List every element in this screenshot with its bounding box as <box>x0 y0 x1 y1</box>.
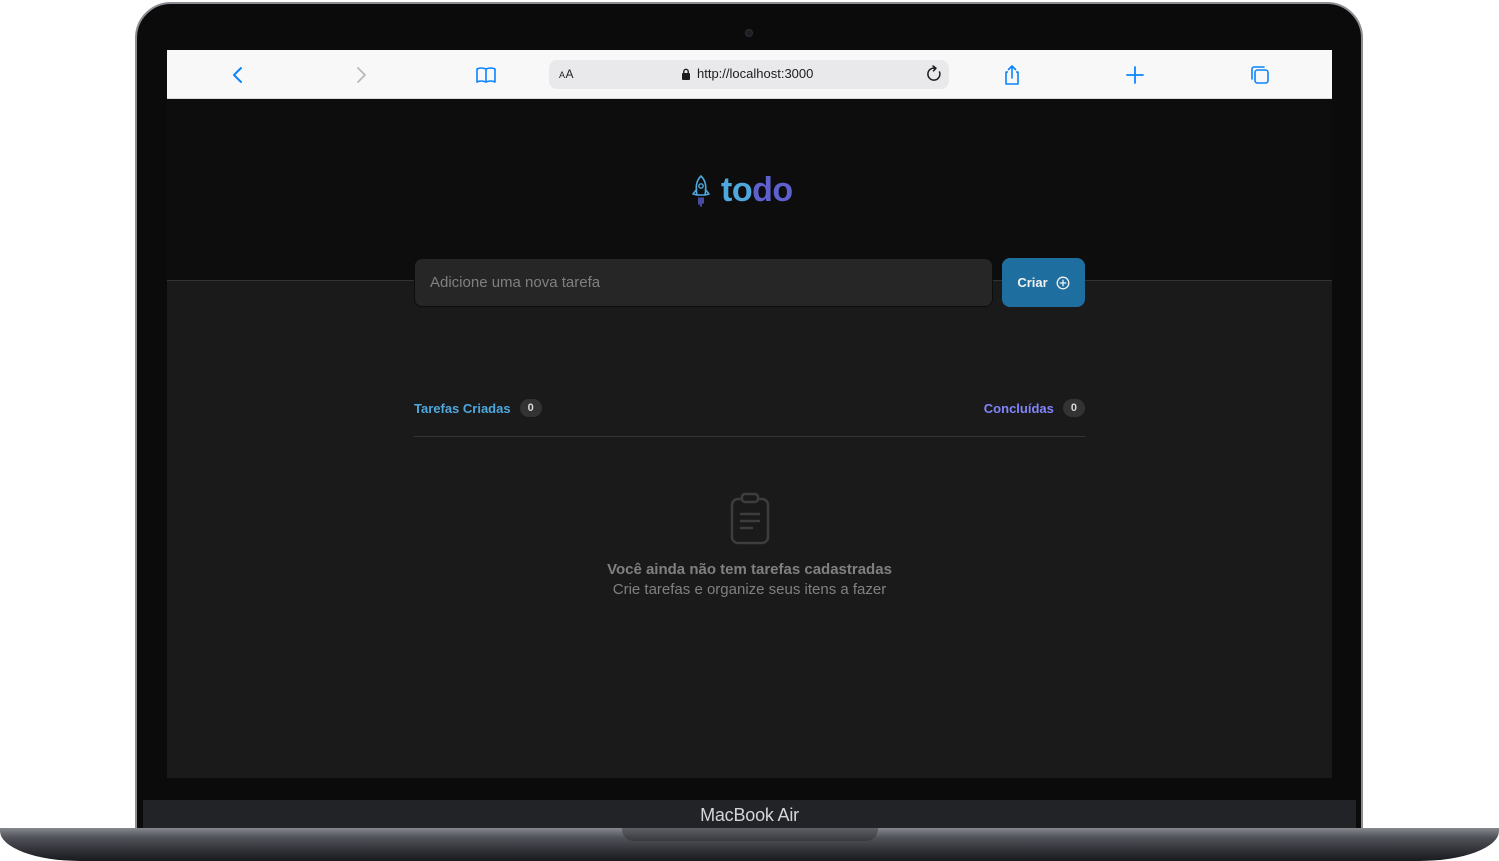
laptop-notch <box>622 828 878 841</box>
create-button[interactable]: Criar <box>1002 258 1085 307</box>
rocket-icon <box>692 174 710 207</box>
done-count-badge: 0 <box>1062 399 1085 417</box>
done-counter-label: Concluídas <box>983 400 1054 416</box>
new-tab-icon[interactable] <box>1122 62 1148 88</box>
empty-state: Você ainda não tem tarefas cadastradas C… <box>414 490 1085 600</box>
device-label: MacBook Air <box>700 804 799 825</box>
created-count-badge: 0 <box>519 399 542 417</box>
logo-text-to: to <box>721 171 753 209</box>
plus-circle-icon <box>1056 276 1070 289</box>
forward-icon[interactable] <box>348 62 374 88</box>
back-icon[interactable] <box>225 62 251 88</box>
browser-toolbar: AA http://localhost:3000 <box>167 50 1332 99</box>
lock-icon <box>681 68 691 80</box>
created-counter-label: Tarefas Criadas <box>414 400 511 416</box>
done-counter: Concluídas 0 <box>984 399 1085 417</box>
text-size-big: A <box>565 67 575 81</box>
url-display[interactable]: http://localhost:3000 <box>681 66 813 81</box>
text-size-button[interactable]: AA <box>559 67 574 81</box>
new-task-form: Criar <box>414 258 1085 307</box>
address-bar[interactable]: AA http://localhost:3000 <box>549 60 949 89</box>
url-text: http://localhost:3000 <box>697 66 814 81</box>
logo-text: todo <box>721 171 793 210</box>
reload-icon[interactable] <box>923 63 945 85</box>
clipboard-icon <box>730 492 769 545</box>
created-counter: Tarefas Criadas 0 <box>414 399 542 417</box>
screen: AA http://localhost:3000 todo Adicione u… <box>167 50 1332 778</box>
app-header: todo <box>167 99 1332 281</box>
new-task-input[interactable] <box>414 258 993 307</box>
logo-text-do: do <box>752 171 793 209</box>
tabs-icon[interactable] <box>1247 62 1273 88</box>
create-button-label: Criar <box>1017 275 1048 290</box>
share-icon[interactable] <box>999 62 1025 88</box>
app-logo: todo <box>689 171 793 210</box>
empty-state-subtitle: Crie tarefas e organize seus itens a faz… <box>612 581 887 598</box>
bookmarks-icon[interactable] <box>473 62 499 88</box>
camera-icon <box>745 29 753 37</box>
empty-state-title: Você ainda não tem tarefas cadastradas <box>607 561 892 578</box>
laptop-chin: MacBook Air <box>143 800 1356 830</box>
task-counters: Tarefas Criadas 0 Concluídas 0 <box>414 397 1085 437</box>
